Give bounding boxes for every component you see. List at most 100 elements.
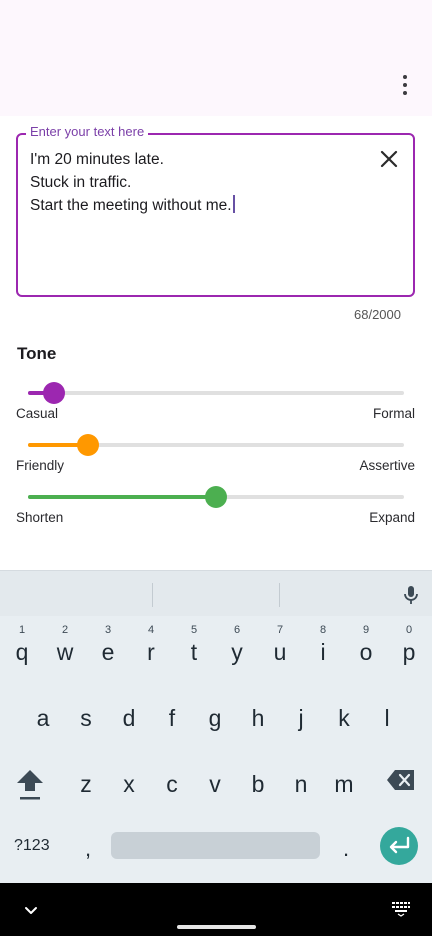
slider-label-expand: Expand	[369, 510, 415, 525]
key-c[interactable]: c	[153, 754, 191, 804]
symbols-key[interactable]: ?123	[14, 837, 50, 855]
key-p[interactable]: 0p	[390, 622, 428, 672]
key-k[interactable]: k	[325, 688, 363, 738]
key-label: q	[15, 639, 29, 665]
key-x[interactable]: x	[110, 754, 148, 804]
key-label: w	[56, 639, 74, 665]
key-a[interactable]: a	[24, 688, 62, 738]
key-hint: 5	[190, 624, 198, 636]
key-label: g	[208, 705, 222, 731]
key-z[interactable]: z	[67, 754, 105, 804]
text-cursor	[232, 195, 235, 213]
key-g[interactable]: g	[196, 688, 234, 738]
slider-label-friendly: Friendly	[16, 458, 65, 473]
key-label: r	[147, 639, 155, 665]
app-bar	[0, 0, 432, 116]
key-u[interactable]: 7u	[261, 622, 299, 672]
key-label: k	[338, 705, 350, 731]
soft-keyboard: 1q2w3e4r5t6y7u8i9o0p asdfghjkl zxcvbnm ?…	[0, 570, 432, 883]
key-r[interactable]: 4r	[132, 622, 170, 672]
backspace-icon[interactable]	[386, 769, 416, 791]
key-hint: 4	[147, 624, 155, 636]
close-icon[interactable]	[374, 144, 404, 174]
slider-label-casual: Casual	[16, 406, 59, 421]
keyboard-icon[interactable]	[390, 899, 412, 917]
gesture-handle[interactable]	[177, 925, 256, 929]
key-s[interactable]: s	[67, 688, 105, 738]
key-v[interactable]: v	[196, 754, 234, 804]
key-label: t	[190, 639, 198, 665]
key-label: l	[384, 705, 390, 731]
key-hint: 0	[405, 624, 413, 636]
text-line: Stuck in traffic.	[30, 174, 132, 191]
key-hint: 6	[233, 624, 241, 636]
slider-friendly-assertive[interactable]	[28, 433, 404, 457]
key-label: p	[402, 639, 416, 665]
period-key[interactable]: .	[338, 836, 354, 862]
key-hint: 2	[61, 624, 69, 636]
key-m[interactable]: m	[325, 754, 363, 804]
key-label: d	[122, 705, 136, 731]
key-label: h	[251, 705, 265, 731]
key-label: u	[273, 639, 287, 665]
key-l[interactable]: l	[368, 688, 406, 738]
key-label: j	[298, 705, 304, 731]
slider-label-assertive: Assertive	[359, 458, 415, 473]
key-hint: 1	[18, 624, 26, 636]
comma-key[interactable]: ,	[80, 836, 96, 862]
slider-thumb[interactable]	[77, 434, 100, 456]
key-label: a	[36, 705, 50, 731]
chevron-down-icon[interactable]	[22, 901, 40, 919]
key-hint: 8	[319, 624, 327, 636]
key-label: b	[251, 771, 265, 797]
key-j[interactable]: j	[282, 688, 320, 738]
key-label: x	[123, 771, 135, 797]
key-f[interactable]: f	[153, 688, 191, 738]
system-nav-bar	[0, 883, 432, 936]
key-label: v	[209, 771, 221, 797]
enter-icon[interactable]	[380, 827, 418, 865]
key-w[interactable]: 2w	[46, 622, 84, 672]
more-vert-icon[interactable]	[393, 73, 417, 97]
key-hint: 9	[362, 624, 370, 636]
key-y[interactable]: 6y	[218, 622, 256, 672]
key-label: n	[294, 771, 308, 797]
key-label: z	[80, 771, 92, 797]
slider-casual-formal[interactable]	[28, 381, 404, 405]
key-hint: 3	[104, 624, 112, 636]
slider-fill	[28, 495, 216, 499]
key-q[interactable]: 1q	[3, 622, 41, 672]
slider-thumb[interactable]	[43, 382, 66, 404]
key-label: e	[101, 639, 115, 665]
slider-thumb[interactable]	[205, 486, 227, 508]
key-h[interactable]: h	[239, 688, 277, 738]
key-o[interactable]: 9o	[347, 622, 385, 672]
text-input-label: Enter your text here	[26, 124, 149, 139]
character-counter: 68/2000	[354, 307, 401, 322]
tone-heading: Tone	[17, 344, 57, 363]
suggestion-strip	[0, 570, 432, 616]
key-n[interactable]: n	[282, 754, 320, 804]
shift-icon[interactable]	[14, 766, 46, 804]
key-label: o	[359, 639, 373, 665]
space-bar[interactable]	[111, 832, 320, 859]
slider-label-shorten: Shorten	[16, 510, 64, 525]
key-hint: 7	[276, 624, 284, 636]
key-d[interactable]: d	[110, 688, 148, 738]
text-line: Start the meeting without me.	[30, 194, 360, 217]
key-e[interactable]: 3e	[89, 622, 127, 672]
mic-icon[interactable]	[399, 583, 423, 607]
text-line: I'm 20 minutes late.	[30, 151, 164, 168]
key-label: f	[168, 705, 176, 731]
key-label: y	[231, 639, 243, 665]
slider-shorten-expand[interactable]	[28, 485, 404, 509]
key-b[interactable]: b	[239, 754, 277, 804]
key-label: c	[166, 771, 178, 797]
key-label: s	[80, 705, 92, 731]
key-label: m	[334, 771, 354, 797]
text-input-content[interactable]: I'm 20 minutes late. Stuck in traffic. S…	[30, 148, 360, 217]
key-label: i	[320, 639, 326, 665]
key-t[interactable]: 5t	[175, 622, 213, 672]
key-i[interactable]: 8i	[304, 622, 342, 672]
slider-label-formal: Formal	[372, 406, 415, 421]
